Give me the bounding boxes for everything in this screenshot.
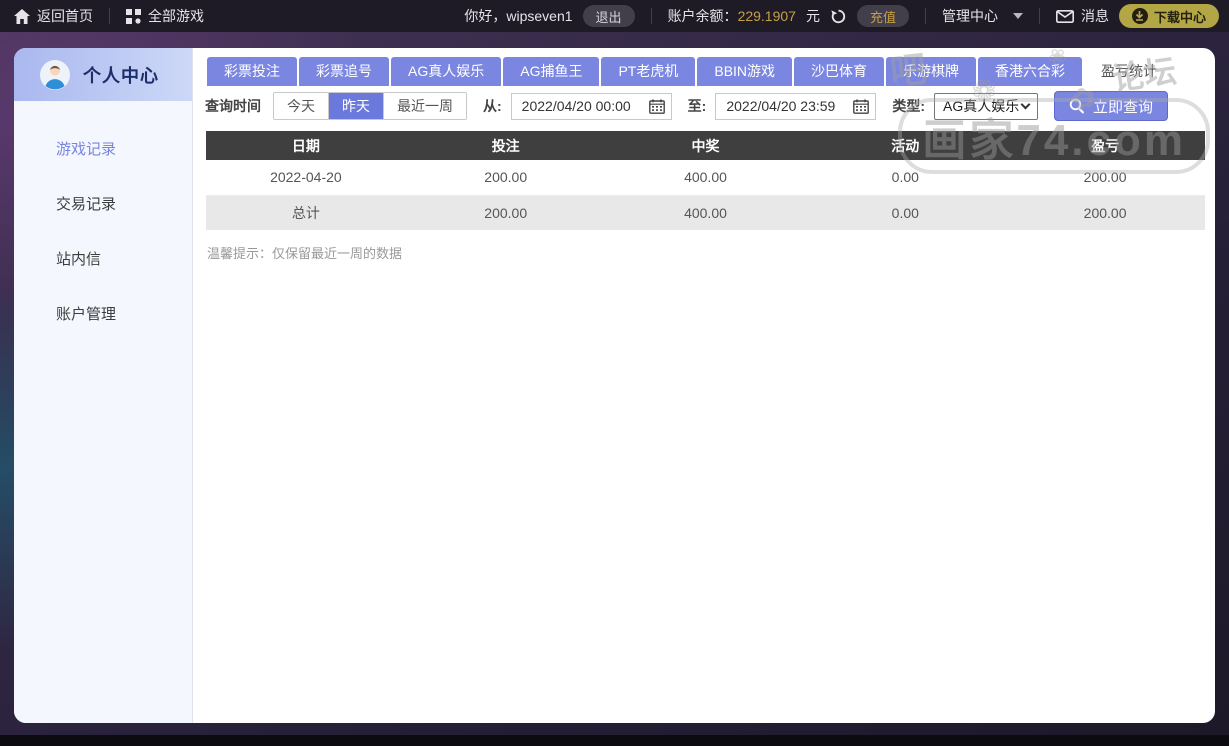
cell-date: 2022-04-20 [270,169,342,186]
cell-profit-loss: 200.00 [1083,169,1127,186]
content-panel: 个人中心 游戏记录 交易记录 站内信 账户管理 彩票投注 彩票追号 AG真人娱乐… [14,48,1215,723]
cell-total-label: 总计 [291,204,320,221]
quick-yesterday-button[interactable]: 昨天 [329,93,384,119]
admin-center-menu[interactable]: 管理中心 [942,6,1023,26]
recharge-button[interactable]: 充值 [856,5,909,27]
cell-win: 400.00 [684,169,727,186]
main-content: 彩票投注 彩票追号 AG真人娱乐 AG捕鱼王 PT老虎机 BBIN游戏 沙巴体育… [193,48,1215,723]
calendar-icon[interactable] [853,99,870,114]
sidebar-title: 个人中心 [83,65,159,86]
from-date-input[interactable] [521,98,640,114]
sidebar: 个人中心 游戏记录 交易记录 站内信 账户管理 [14,48,193,723]
type-select[interactable]: AG真人娱乐 [934,92,1039,120]
topbar-divider [650,8,652,24]
cell-activity: 0.00 [891,169,919,186]
cell-total-profit-loss: 200.00 [1083,204,1127,221]
col-bet: 投注 [405,131,606,160]
admin-center-label: 管理中心 [941,8,998,24]
tab-leyou-chess[interactable]: 乐游棋牌 [886,57,977,86]
col-date: 日期 [206,131,406,160]
col-profit-loss: 盈亏 [1005,131,1205,160]
cell-total-bet: 200.00 [484,204,528,221]
from-label: 从: [483,98,502,114]
tab-ag-live[interactable]: AG真人娱乐 [391,57,502,86]
quick-week-button[interactable]: 最近一周 [384,93,466,119]
balance-value: 229.1907 [737,8,796,24]
page-background: 个人中心 游戏记录 交易记录 站内信 账户管理 彩票投注 彩票追号 AG真人娱乐… [0,32,1229,735]
tab-bbin-games[interactable]: BBIN游戏 [697,57,793,86]
cell-total-win: 400.00 [684,204,727,221]
tab-bar: 彩票投注 彩票追号 AG真人娱乐 AG捕鱼王 PT老虎机 BBIN游戏 沙巴体育… [207,57,1205,86]
tab-profit-loss-stats[interactable]: 盈亏统计 [1084,57,1175,86]
download-icon [1131,8,1148,24]
tab-pt-slots[interactable]: PT老虎机 [601,57,696,86]
retention-note: 温馨提示：仅保留最近一周的数据 [207,246,403,261]
avatar [40,59,70,90]
sidebar-item-game-records[interactable]: 游戏记录 [14,125,192,172]
grid-icon [126,8,141,24]
chevron-down-icon [1020,99,1031,109]
sidebar-item-transaction-records[interactable]: 交易记录 [14,180,192,227]
search-icon [1069,98,1085,114]
topbar-divider [924,8,926,24]
back-home-link[interactable]: 返回首页 [14,6,93,26]
type-label: 类型: [892,98,926,114]
messages-link[interactable]: 消息 [1055,6,1109,26]
back-home-label: 返回首页 [37,8,93,24]
sidebar-item-site-mail[interactable]: 站内信 [14,235,192,282]
topbar-left: 返回首页 全部游戏 [14,6,204,26]
to-date-input[interactable] [726,98,845,114]
sidebar-item-account-management[interactable]: 账户管理 [14,290,192,337]
mail-icon [1055,9,1074,23]
tab-lottery-bets[interactable]: 彩票投注 [207,57,297,86]
tab-lottery-chase[interactable]: 彩票追号 [299,57,389,86]
cell-bet: 200.00 [484,169,528,186]
refresh-icon[interactable] [830,8,847,25]
col-activity: 活动 [805,131,1006,160]
profit-loss-table: 日期 投注 中奖 活动 盈亏 2022-04-20 200.00 400.00 … [206,131,1205,230]
quick-range-group: 今天 昨天 最近一周 [273,92,467,120]
tab-hk-mark-six[interactable]: 香港六合彩 [978,57,1083,86]
query-form: 查询时间 今天 昨天 最近一周 从: 至: [205,91,1205,121]
download-center-button[interactable]: 下载中心 [1118,4,1219,28]
logout-button[interactable]: 退出 [582,5,635,27]
search-button-label: 立即查询 [1093,98,1154,116]
home-icon [14,8,30,24]
type-select-value: AG真人娱乐 [943,98,1020,114]
calendar-icon[interactable] [648,99,665,114]
sidebar-nav: 游戏记录 交易记录 站内信 账户管理 [14,101,192,337]
table-header-row: 日期 投注 中奖 活动 盈亏 [206,131,1205,160]
balance-label: 账户余额： [667,8,738,24]
quick-today-button[interactable]: 今天 [274,93,329,119]
to-date-field [715,92,877,120]
topbar: 返回首页 全部游戏 你好，wipseven1 退出 账户余额： 229.1907… [0,0,1229,32]
table-body: 2022-04-20 200.00 400.00 0.00 200.00 总计 … [206,160,1205,230]
table-head: 日期 投注 中奖 活动 盈亏 [206,131,1205,160]
to-label: 至: [687,98,707,114]
table-row: 2022-04-20 200.00 400.00 0.00 200.00 [206,160,1205,195]
messages-label: 消息 [1080,8,1109,24]
topbar-divider [109,8,110,24]
balance-unit: 元 [805,8,820,24]
greeting-text: 你好，wipseven1 [464,8,573,24]
sidebar-header: 个人中心 [14,48,192,101]
topbar-divider [1038,8,1040,24]
tab-saba-sports[interactable]: 沙巴体育 [794,57,885,86]
cell-total-activity: 0.00 [891,204,919,221]
download-center-label: 下载中心 [1153,9,1206,25]
tab-ag-fishing[interactable]: AG捕鱼王 [503,57,600,86]
all-games-link[interactable]: 全部游戏 [126,6,204,26]
all-games-label: 全部游戏 [148,8,204,24]
bottom-bar [0,735,1229,746]
table-total-row: 总计 200.00 400.00 0.00 200.00 [206,195,1205,230]
chevron-down-icon [1012,13,1023,19]
search-button[interactable]: 立即查询 [1054,91,1169,121]
topbar-right: 你好，wipseven1 退出 账户余额： 229.1907 元 充值 管理中心… [464,4,1219,28]
from-date-field [510,92,672,120]
col-win: 中奖 [605,131,806,160]
query-time-label: 查询时间 [205,98,261,114]
